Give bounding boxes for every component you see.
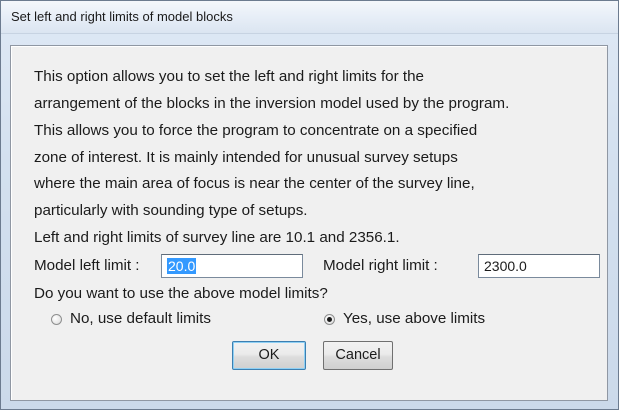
use-limits-question: Do you want to use the above model limit…	[34, 285, 328, 302]
survey-limits-info: Left and right limits of survey line are…	[34, 229, 400, 246]
above-limits-radio[interactable]	[324, 314, 335, 325]
description-line: This option allows you to set the left a…	[34, 68, 425, 85]
description-line: particularly with sounding type of setup…	[34, 202, 308, 219]
default-limits-label[interactable]: No, use default limits	[70, 310, 211, 328]
dialog-window: Set left and right limits of model block…	[0, 0, 619, 410]
description-line: arrangement of the blocks in the inversi…	[34, 95, 510, 112]
default-limits-radio[interactable]	[51, 314, 62, 325]
description-line: where the main area of focus is near the…	[34, 175, 475, 192]
ok-button[interactable]: OK	[232, 341, 306, 370]
window-title: Set left and right limits of model block…	[11, 9, 233, 24]
model-right-limit-value: 2300.0	[484, 258, 527, 274]
model-left-limit-input[interactable]: 20.0	[161, 254, 303, 278]
above-limits-label[interactable]: Yes, use above limits	[343, 310, 485, 328]
dialog-body: This option allows you to set the left a…	[10, 45, 608, 401]
model-right-limit-label: Model right limit :	[323, 257, 438, 274]
model-left-limit-value: 20.0	[167, 258, 197, 274]
description-line: zone of interest. It is mainly intended …	[34, 149, 458, 166]
model-right-limit-input[interactable]: 2300.0	[478, 254, 600, 278]
title-bar[interactable]: Set left and right limits of model block…	[1, 1, 618, 34]
dialog-body-inner: This option allows you to set the left a…	[11, 46, 607, 400]
cancel-button[interactable]: Cancel	[323, 341, 393, 370]
description-line: This allows you to force the program to …	[34, 122, 478, 139]
model-left-limit-label: Model left limit :	[34, 257, 140, 274]
radio-selected-dot	[327, 317, 332, 322]
